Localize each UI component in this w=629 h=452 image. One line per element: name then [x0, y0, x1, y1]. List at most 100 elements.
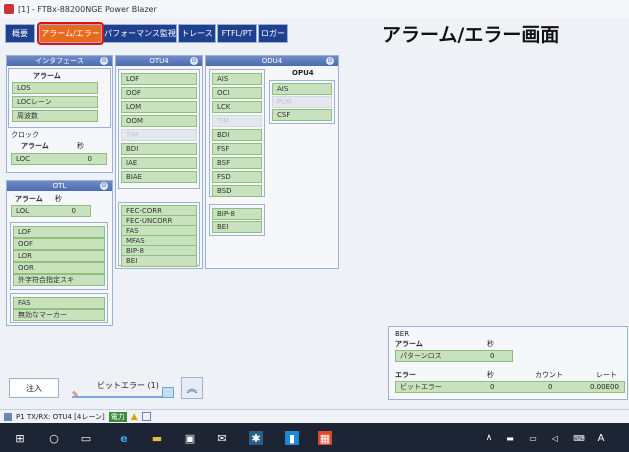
odu4-tim: TIM: [212, 115, 262, 127]
task-view-icon[interactable]: ▭: [79, 431, 93, 445]
otl-panel: OTL ⊙ アラーム 秒 LOL 0 LOF OOF LOR OOR 外字符合指…: [6, 180, 113, 326]
interface-panel-title: インタフェース: [35, 57, 84, 65]
inject-slider-track[interactable]: [72, 396, 172, 398]
keyboard-icon[interactable]: ⌨: [572, 431, 586, 445]
opu4-csf: CSF: [272, 109, 332, 121]
odu4-bsd: BSD: [212, 185, 262, 197]
opu4-plm: PLM: [272, 96, 332, 108]
ber-bit-error-row: ビットエラー 0 0 0.00E00: [395, 381, 625, 393]
windows-taskbar: ⊞ ○ ▭ e ▬ ▣ ✉ ✱ ▮ ▦ ∧ ▬ ▭ ◁ ⌨ A: [0, 423, 629, 452]
inject-bit-error-label: ビットエラー (1): [97, 381, 159, 390]
otu4-panel-header: OTU4 ⊙: [116, 56, 202, 66]
bit-error-count: 0: [548, 383, 553, 391]
loc-value: 0: [87, 155, 92, 163]
alarm-oof: OOF: [13, 238, 105, 250]
otu4-panel: OTU4 ⊙ LOF OOF LOM OOM TIM BDI IAE BIAE …: [115, 55, 203, 269]
battery-icon[interactable]: ▬: [503, 431, 517, 445]
odu4-oci: OCI: [212, 87, 262, 99]
pencil-icon: ✎: [72, 390, 79, 399]
error-invalid-marker: 無効なマーカー: [13, 309, 105, 321]
odu4-panel-title: ODU4: [261, 57, 283, 65]
interface-alarm-box: アラーム LOS LOCレーン 周波数: [8, 68, 111, 128]
pattern-loss-label: パターンロス: [400, 352, 442, 360]
power-blazer-icon[interactable]: ▦: [318, 431, 332, 445]
odu4-fsf: FSF: [212, 143, 262, 155]
otu4-oof: OOF: [121, 87, 197, 99]
window-titlebar: [1] - FTBx-88200NGE Power Blazer: [0, 0, 629, 18]
tab-overview[interactable]: 概要: [5, 24, 35, 43]
expand-up-icon[interactable]: ︽: [181, 377, 203, 399]
odu4-fsd: FSD: [212, 171, 262, 183]
otu4-oom: OOM: [121, 115, 197, 127]
ime-icon[interactable]: A: [594, 431, 608, 445]
collapse-icon[interactable]: ⊙: [100, 182, 108, 190]
otu4-lom: LOM: [121, 101, 197, 113]
ber-pattern-loss: パターンロス 0: [395, 350, 513, 362]
alarm-loc: LOC 0: [11, 153, 107, 165]
alarm-oor: OOR: [13, 262, 105, 274]
status-text: P1 TX/RX: OTU4 [4レーン]: [16, 412, 105, 421]
app-icon: [4, 4, 14, 14]
network-icon[interactable]: ▭: [526, 431, 540, 445]
ber-title: BER: [395, 330, 410, 338]
explorer-icon[interactable]: ▬: [150, 431, 164, 445]
collapse-icon[interactable]: ⊙: [190, 57, 198, 65]
opu4-alarm-box: AIS PLM CSF: [269, 80, 335, 124]
clock-sec-header: 秒: [77, 142, 84, 150]
chevron-up-icon[interactable]: ∧: [482, 431, 496, 445]
ber-sec-header: 秒: [487, 340, 494, 348]
window-title: [1] - FTBx-88200NGE Power Blazer: [18, 4, 157, 14]
otu4-panel-title: OTU4: [149, 57, 169, 65]
bit-error-rate: 0.00E00: [590, 383, 619, 391]
odu4-lck: LCK: [212, 101, 262, 113]
pattern-loss-value: 0: [490, 352, 495, 360]
otu4-alarm-box: LOF OOF LOM OOM TIM BDI IAE BIAE: [118, 69, 200, 189]
warning-icon: ▲: [130, 411, 138, 422]
loc-label: LOC: [16, 155, 31, 163]
app-icon[interactable]: ▮: [285, 431, 299, 445]
status-bar: P1 TX/RX: OTU4 [4レーン] 電力 ▲: [0, 409, 629, 423]
tab-performance-monitoring[interactable]: パフォーマンス監視: [103, 24, 177, 43]
otl-error-box: FAS 無効なマーカー: [10, 293, 108, 323]
otu4-tim: TIM: [121, 129, 197, 141]
error-fas: FAS: [13, 297, 105, 309]
bit-error-sec: 0: [490, 383, 495, 391]
ber-error-header: エラー: [395, 371, 416, 379]
ber-alarm-header: アラーム: [395, 340, 423, 348]
collapse-icon[interactable]: ⊙: [326, 57, 334, 65]
windows-start-icon[interactable]: ⊞: [13, 431, 27, 445]
odu4-bsf: BSF: [212, 157, 262, 169]
odu4-panel-header: ODU4 ⊙: [206, 56, 338, 66]
otl-sec-header: 秒: [55, 195, 62, 203]
otl-panel-header: OTL ⊙: [7, 181, 112, 191]
search-icon[interactable]: ○: [47, 431, 61, 445]
interface-panel: インタフェース ⊙ アラーム LOS LOCレーン 周波数 クロック アラーム …: [6, 55, 113, 173]
opu4-header: OPU4: [292, 69, 314, 77]
volume-icon[interactable]: ◁: [548, 431, 562, 445]
edge-icon[interactable]: e: [117, 431, 131, 445]
ber-panel: BER アラーム 秒 パターンロス 0 エラー 秒 カウント レート ビットエラ…: [388, 326, 628, 400]
mail-icon[interactable]: ✉: [215, 431, 229, 445]
collapse-icon[interactable]: ⊙: [100, 57, 108, 65]
alarm-lof: LOF: [13, 226, 105, 238]
odu4-error-box: BIP-8 BEI: [209, 204, 265, 236]
otl-alarm-box: LOF OOF LOR OOR 外字符合指定スキ: [10, 222, 108, 290]
overlay-title: アラーム/エラー画面: [382, 24, 560, 46]
interface-alarm-header: アラーム: [33, 72, 61, 80]
interface-panel-header: インタフェース ⊙: [7, 56, 112, 66]
lol-value: 0: [71, 207, 76, 215]
tab-logger[interactable]: ロガー: [258, 24, 288, 43]
inject-button[interactable]: 注入: [9, 378, 59, 398]
clock-label: クロック: [11, 131, 39, 139]
lol-label: LOL: [16, 207, 30, 215]
alarm-lor: LOR: [13, 250, 105, 262]
tab-trace[interactable]: トレース: [178, 24, 216, 43]
odu4-bip8: BIP-8: [212, 208, 262, 220]
odu4-panel: ODU4 ⊙ AIS OCI LCK TIM BDI FSF BSF FSD B…: [205, 55, 339, 269]
app-icon[interactable]: ✱: [249, 431, 263, 445]
store-icon[interactable]: ▣: [183, 431, 197, 445]
odu4-alarm-box: AIS OCI LCK TIM BDI FSF BSF FSD BSD: [209, 69, 265, 197]
otu4-error-box: FEC-CORR FEC-UNCORR FAS MFAS BIP-8 BEI: [118, 202, 200, 267]
otu4-biae: BIAE: [121, 171, 197, 183]
tab-ftfl-pt[interactable]: FTFL/PT: [217, 24, 257, 43]
